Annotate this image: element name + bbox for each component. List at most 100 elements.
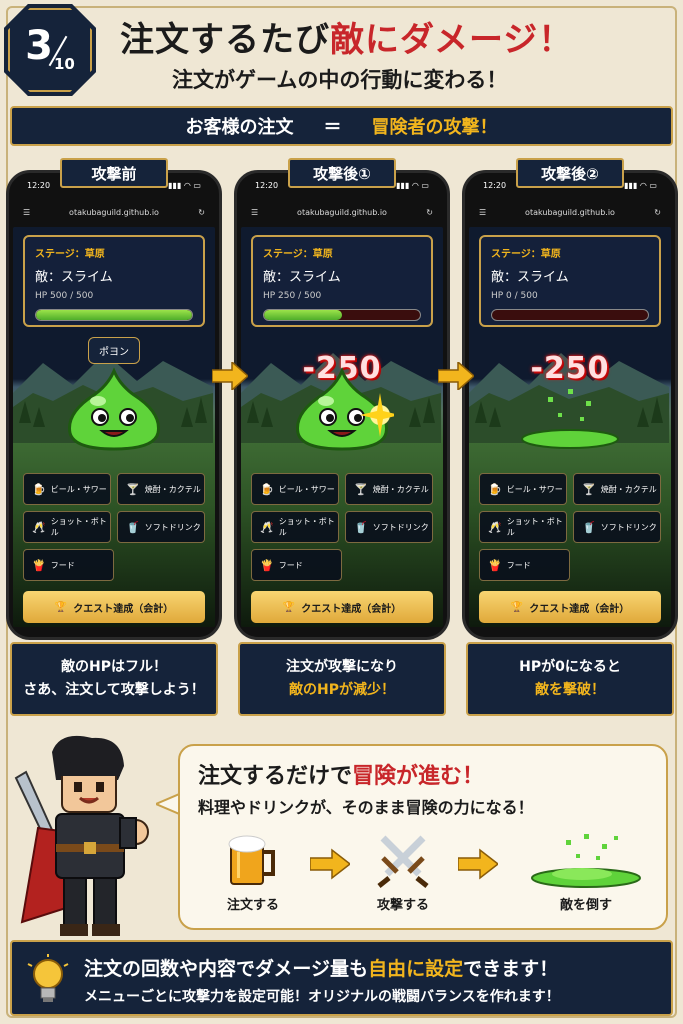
speech-bubble: 注文するだけで冒険が進む！ 料理やドリンクが、そのまま冒険の力になる！ 注文する… xyxy=(178,744,668,930)
menu-shochu-label: 焼酎・カクテル xyxy=(144,484,201,494)
soda-icon: 🥤 xyxy=(354,520,368,534)
caption-line-1: 敵のHPはフル！ xyxy=(61,658,167,675)
caption-line-2: 敵のHPが減少！ xyxy=(289,682,395,698)
enemy-status-panel: ステージ：草原 敵：スライム HP 0 / 500 xyxy=(479,235,661,327)
reload-icon[interactable]: ↻ xyxy=(426,208,433,217)
quest-label: クエスト達成（会計） xyxy=(529,603,630,615)
beer-icon: 🍺 xyxy=(32,482,46,496)
menu-shochu-button[interactable]: 🍸 焼酎・カクテル xyxy=(345,473,433,505)
quest-complete-button[interactable]: 🏆 クエスト達成（会計） xyxy=(251,591,433,623)
phone-caption: HPが0になると 敵を撃破！ xyxy=(466,642,674,716)
menu-soft-button[interactable]: 🥤 ソフトドリンク xyxy=(117,511,205,543)
menu-soft-label: ソフトドリンク xyxy=(372,522,429,532)
melted-slime-icon xyxy=(531,834,641,888)
enemy-name: 敵：スライム xyxy=(35,270,113,285)
phone-mockup: 12:20 ▮▮▮ ◠ ▭ ☰ otakubaguild.github.io ↻ xyxy=(462,170,678,640)
phone-tag: 攻撃後② xyxy=(516,158,624,188)
glass-icon: 🥂 xyxy=(32,520,46,534)
trophy-icon: 🏆 xyxy=(282,601,296,613)
menu-shochu-button[interactable]: 🍸 焼酎・カクテル xyxy=(117,473,205,505)
menu-beer-button[interactable]: 🍺 ビール・サワー xyxy=(251,473,339,505)
step-attack: 攻撃する xyxy=(358,830,448,913)
enemy-status-panel: ステージ：草原 敵：スライム HP 250 / 500 xyxy=(251,235,433,327)
slime-icon xyxy=(296,367,394,451)
menu-soft-button[interactable]: 🥤 ソフトドリンク xyxy=(573,511,661,543)
soda-icon: 🥤 xyxy=(582,520,596,534)
menu-shot-button[interactable]: 🥂 ショット・ボトル xyxy=(251,511,339,543)
phone-caption: 敵のHPはフル！ さあ、注文して攻撃しよう！ xyxy=(10,642,218,716)
url-bar[interactable]: ☰ otakubaguild.github.io ↻ xyxy=(465,203,675,221)
tabs-icon[interactable]: ☰ xyxy=(251,208,258,217)
menu-shot-button[interactable]: 🥂 ショット・ボトル xyxy=(23,511,111,543)
menu-soft-button[interactable]: 🥤 ソフトドリンク xyxy=(345,511,433,543)
hp-bar-fill xyxy=(264,310,342,320)
signal-icon: ▮▮▮ ◠ ▭ xyxy=(396,181,429,190)
menu-food-button[interactable]: 🍟 フード xyxy=(479,549,570,581)
hp-text: HP 250 / 500 xyxy=(263,291,322,301)
footer-title-c: できます！ xyxy=(463,958,559,980)
phone-tag: 攻撃後① xyxy=(288,158,396,188)
tabs-icon[interactable]: ☰ xyxy=(23,208,30,217)
page-title: 注文するたび敵にダメージ！ xyxy=(120,12,573,61)
menu-shot-button[interactable]: 🥂 ショット・ボトル xyxy=(479,511,567,543)
hp-text: HP 500 / 500 xyxy=(35,291,94,301)
stage-label: ステージ：草原 xyxy=(263,249,333,260)
status-time: 12:20 xyxy=(27,181,51,190)
menu-food-label: フード xyxy=(506,560,531,570)
menu-food-button[interactable]: 🍟 フード xyxy=(23,549,114,581)
quest-label: クエスト達成（会計） xyxy=(73,603,174,615)
soda-icon: 🥤 xyxy=(126,520,140,534)
tabs-icon[interactable]: ☰ xyxy=(479,208,486,217)
menu-shochu-label: 焼酎・カクテル xyxy=(372,484,429,494)
hp-bar xyxy=(263,309,421,321)
page-badge: 3 10 xyxy=(4,4,96,96)
menu-food-label: フード xyxy=(278,560,303,570)
food-icon: 🍟 xyxy=(32,558,46,572)
step-order: 注文する xyxy=(208,830,298,913)
lightbulb-icon xyxy=(27,954,69,1002)
signal-icon: ▮▮▮ ◠ ▭ xyxy=(624,181,657,190)
quest-complete-button[interactable]: 🏆 クエスト達成（会計） xyxy=(23,591,205,623)
menu-beer-button[interactable]: 🍺 ビール・サワー xyxy=(23,473,111,505)
url-bar[interactable]: ☰ otakubaguild.github.io ↻ xyxy=(9,203,219,221)
quest-complete-button[interactable]: 🏆 クエスト達成（会計） xyxy=(479,591,661,623)
arrow-right-icon xyxy=(438,362,474,390)
menu-shochu-button[interactable]: 🍸 焼酎・カクテル xyxy=(573,473,661,505)
menu-shot-label: ショット・ボトル xyxy=(278,517,335,537)
equation-banner: お客様の注文 ＝ 冒険者の攻撃！ xyxy=(10,106,673,146)
slime-icon xyxy=(68,367,160,451)
enemy-name: 敵：スライム xyxy=(491,270,569,285)
url-bar[interactable]: ☰ otakubaguild.github.io ↻ xyxy=(237,203,447,221)
arrow-right-icon xyxy=(458,848,498,880)
menu-shot-label: ショット・ボトル xyxy=(506,517,563,537)
hp-text: HP 0 / 500 xyxy=(491,291,538,301)
url-text: otakubaguild.github.io xyxy=(69,207,159,217)
banner-right: 冒険者の攻撃！ xyxy=(371,117,498,138)
banner-left: お客様の注文 xyxy=(185,117,294,138)
phone-mockup: 12:20 ▮▮▮ ◠ ▭ ☰ otakubaguild.github.io ↻ xyxy=(6,170,222,640)
menu-food-button[interactable]: 🍟 フード xyxy=(251,549,342,581)
cocktail-icon: 🍸 xyxy=(354,482,368,496)
hp-bar-fill xyxy=(36,310,192,320)
menu-shot-label: ショット・ボトル xyxy=(50,517,107,537)
beer-mug-icon xyxy=(228,835,275,885)
reload-icon[interactable]: ↻ xyxy=(198,208,205,217)
hero-knight-icon xyxy=(14,735,149,936)
trophy-icon: 🏆 xyxy=(54,601,68,613)
crossed-swords-icon xyxy=(377,835,429,888)
reload-icon[interactable]: ↻ xyxy=(654,208,661,217)
beer-icon: 🍺 xyxy=(488,482,502,496)
phone-caption: 注文が攻撃になり 敵のHPが減少！ xyxy=(238,642,446,716)
menu-beer-button[interactable]: 🍺 ビール・サワー xyxy=(479,473,567,505)
bubble-title-b: 冒険が進む！ xyxy=(352,764,485,789)
footer-title-b: 自由に設定 xyxy=(368,958,464,980)
menu-soft-label: ソフトドリンク xyxy=(600,522,657,532)
menu-beer-label: ビール・サワー xyxy=(50,484,107,494)
stage-label: ステージ：草原 xyxy=(491,249,561,260)
caption-line-1: HPが0になると xyxy=(519,658,621,675)
glass-icon: 🥂 xyxy=(488,520,502,534)
trophy-icon: 🏆 xyxy=(510,601,524,613)
glass-icon: 🥂 xyxy=(260,520,274,534)
slime-icon xyxy=(521,389,619,449)
game-screen: ステージ：草原 敵：スライム HP 500 / 500 ポヨン 🍺 ビール・サワー… xyxy=(13,227,215,627)
